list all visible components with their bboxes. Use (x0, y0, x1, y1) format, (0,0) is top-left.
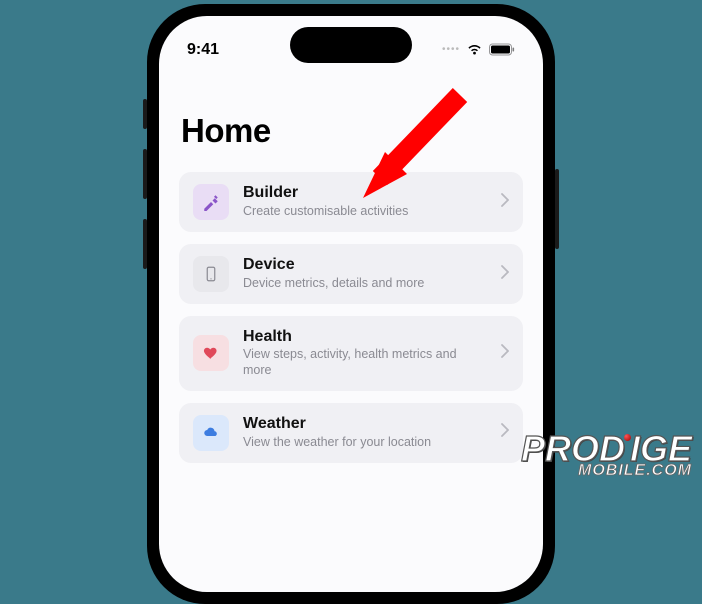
side-button (143, 99, 147, 129)
chevron-right-icon (501, 193, 509, 212)
side-button (555, 169, 559, 249)
battery-icon (489, 43, 515, 56)
side-button (143, 149, 147, 199)
heart-icon (193, 335, 229, 371)
wifi-icon (466, 43, 483, 56)
status-time: 9:41 (187, 41, 219, 59)
phone-icon (193, 256, 229, 292)
menu-row-device[interactable]: Device Device metrics, details and more (179, 244, 523, 304)
chevron-right-icon (501, 265, 509, 284)
row-title: Health (243, 328, 487, 346)
row-title: Device (243, 256, 487, 274)
row-subtitle: Device metrics, details and more (243, 276, 487, 292)
row-subtitle: View the weather for your location (243, 435, 487, 451)
phone-frame: 9:41 •••• Home Builder Create customi (147, 4, 555, 604)
side-button (143, 219, 147, 269)
phone-screen: 9:41 •••• Home Builder Create customi (159, 16, 543, 592)
menu-row-weather[interactable]: Weather View the weather for your locati… (179, 403, 523, 463)
row-subtitle: Create customisable activities (243, 204, 487, 220)
row-subtitle: View steps, activity, health metrics and… (243, 347, 487, 378)
content-area: Home Builder Create customisable activit… (159, 86, 543, 592)
page-title: Home (179, 112, 523, 150)
dynamic-island (290, 27, 412, 63)
chevron-right-icon (501, 344, 509, 363)
status-icons: •••• (442, 43, 515, 56)
menu-row-builder[interactable]: Builder Create customisable activities (179, 172, 523, 232)
row-title: Weather (243, 415, 487, 433)
row-title: Builder (243, 184, 487, 202)
cloud-icon (193, 415, 229, 451)
hammer-icon (193, 184, 229, 220)
more-dots-icon: •••• (442, 44, 460, 55)
menu-row-health[interactable]: Health View steps, activity, health metr… (179, 316, 523, 391)
chevron-right-icon (501, 423, 509, 442)
